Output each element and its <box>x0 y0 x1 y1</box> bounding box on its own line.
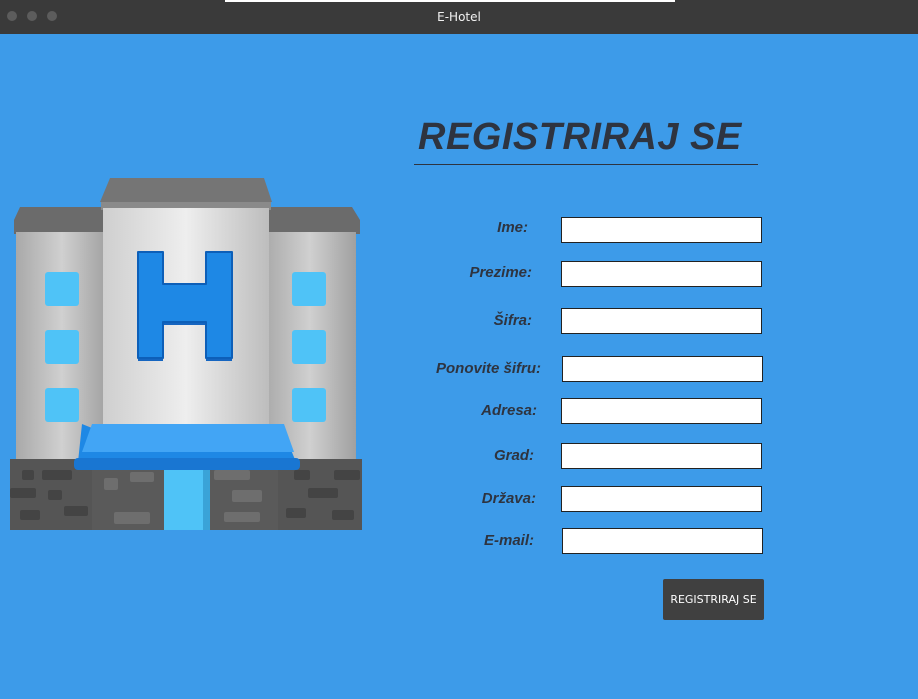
address-field[interactable] <box>561 398 762 424</box>
first-name-field[interactable] <box>561 217 762 243</box>
repeat-password-field[interactable] <box>562 356 763 382</box>
title-underline <box>414 164 758 165</box>
city-label: Grad: <box>493 447 534 464</box>
address-label: Adresa: <box>481 402 537 419</box>
title-bar: E-Hotel <box>0 0 918 34</box>
last-name-field[interactable] <box>561 261 762 287</box>
window-title: E-Hotel <box>437 10 481 24</box>
password-label: Šifra: <box>493 312 532 329</box>
register-button[interactable]: REGISTRIRAJ SE <box>663 579 764 620</box>
first-name-label: Ime: <box>497 219 528 236</box>
repeat-password-label: Ponovite šifru: <box>435 360 541 377</box>
country-label: Država: <box>481 490 536 507</box>
password-field[interactable] <box>561 308 762 334</box>
hotel-building-icon <box>10 178 362 530</box>
city-field[interactable] <box>561 443 762 469</box>
email-field[interactable] <box>562 528 763 554</box>
last-name-label: Prezime: <box>469 264 532 281</box>
email-label: E-mail: <box>483 532 534 549</box>
page-title: REGISTRIRAJ SE <box>418 116 742 158</box>
country-field[interactable] <box>561 486 762 512</box>
title-bar-accent <box>225 0 675 2</box>
